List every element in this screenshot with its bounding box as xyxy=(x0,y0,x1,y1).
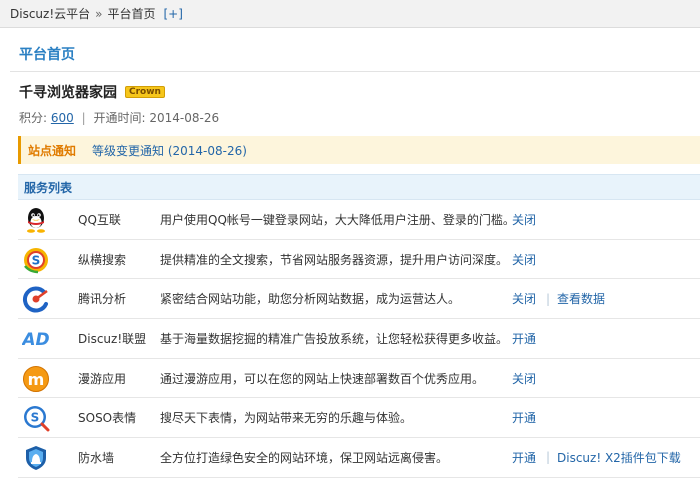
service-desc: 全方位打造绿色安全的网站环境，保卫网站远离侵害。 xyxy=(160,450,449,465)
breadcrumb-current[interactable]: 平台首页 xyxy=(107,5,155,22)
svg-text:S: S xyxy=(31,411,40,425)
service-row-union: AD Discuz!联盟 基于海量数据挖掘的精准广告投放系统，让您轻松获得更多收… xyxy=(18,319,700,359)
service-toggle-link[interactable]: 开通 xyxy=(512,330,536,347)
divider xyxy=(10,71,700,72)
service-row-search: S 纵横搜索 提供精准的全文搜索，节省网站服务器资源，提升用户访问深度。 关闭 xyxy=(18,240,700,280)
service-name: 纵横搜索 xyxy=(78,252,127,267)
service-row-firewall: 防水墙 全方位打造绿色安全的网站环境，保卫网站远离侵害。 开通 | Discuz… xyxy=(18,438,700,478)
service-desc: 基于海量数据挖掘的精准广告投放系统，让您轻松获得更多收益。 xyxy=(160,331,509,346)
action-divider: | xyxy=(546,291,551,306)
page-title: 平台首页 xyxy=(19,47,75,63)
service-desc: 用户使用QQ帐号一键登录网站，大大降低用户注册、登录的门槛。 xyxy=(160,212,515,227)
action-divider: | xyxy=(546,450,551,465)
service-toggle-link[interactable]: 开通 xyxy=(512,449,536,466)
soso-emoticon-icon: S xyxy=(24,406,50,432)
score-label: 积分: xyxy=(19,111,48,125)
open-date: 2014-08-26 xyxy=(149,111,220,125)
tencent-analytics-icon xyxy=(22,286,48,313)
service-row-qq: QQ互联 用户使用QQ帐号一键登录网站，大大降低用户注册、登录的门槛。 关闭 xyxy=(18,200,700,240)
service-desc: 通过漫游应用，可以在您的网站上快速部署数百个优秀应用。 xyxy=(160,371,485,386)
service-desc: 紧密结合网站功能，助您分析网站数据，成为运营达人。 xyxy=(160,292,461,307)
services-header: 服务列表 xyxy=(18,174,700,200)
notice-label: 站点通知 xyxy=(28,143,77,158)
service-toggle-link[interactable]: 关闭 xyxy=(512,251,536,268)
service-name: 防水墙 xyxy=(78,450,115,465)
service-toggle-link[interactable]: 关闭 xyxy=(512,370,536,387)
service-row-manyou: m 漫游应用 通过漫游应用，可以在您的网站上快速部署数百个优秀应用。 关闭 xyxy=(18,359,700,399)
site-name-text: 千寻浏览器家园 xyxy=(19,85,117,101)
service-row-emoticon: S SOSO表情 搜尽天下表情，为网站带来无穷的乐趣与体验。 开通 xyxy=(18,398,700,439)
firewall-shield-icon xyxy=(26,446,46,471)
manyou-icon: m xyxy=(23,365,49,392)
score-link[interactable]: 600 xyxy=(51,111,74,125)
service-toggle-link[interactable]: 关闭 xyxy=(512,211,536,228)
service-name: QQ互联 xyxy=(78,212,121,227)
notice-link[interactable]: 等级变更通知 (2014-08-26) xyxy=(92,142,247,159)
service-desc: 提供精准的全文搜索，节省网站服务器资源，提升用户访问深度。 xyxy=(160,252,509,267)
open-date-label: 开通时间: xyxy=(93,111,146,125)
service-name: 漫游应用 xyxy=(78,371,127,386)
site-meta: 积分: 600 | 开通时间: 2014-08-26 xyxy=(19,109,219,126)
soso-search-icon: S xyxy=(24,247,48,273)
service-name: SOSO表情 xyxy=(78,411,137,426)
service-desc: 搜尽天下表情，为网站带来无穷的乐趣与体验。 xyxy=(160,411,413,426)
service-name: Discuz!联盟 xyxy=(78,331,147,346)
service-toggle-link[interactable]: 开通 xyxy=(512,409,536,426)
svg-text:m: m xyxy=(28,370,45,389)
view-data-link[interactable]: 查看数据 xyxy=(557,290,605,307)
ad-union-icon: AD xyxy=(22,330,50,350)
site-name: 千寻浏览器家园 Crown xyxy=(19,82,165,102)
crown-badge-icon: Crown xyxy=(125,86,165,98)
service-name: 腾讯分析 xyxy=(78,292,127,307)
breadcrumb-separator: » xyxy=(95,6,103,21)
qq-penguin-icon xyxy=(27,208,45,233)
service-row-analytics: 腾讯分析 紧密结合网站功能，助您分析网站数据，成为运营达人。 关闭 | 查看数据 xyxy=(18,279,700,320)
svg-text:S: S xyxy=(32,253,41,267)
plugin-download-link[interactable]: Discuz! X2插件包下载 xyxy=(557,449,681,466)
site-notice: 站点通知 等级变更通知 (2014-08-26) xyxy=(18,136,700,164)
meta-divider: | xyxy=(81,111,86,125)
breadcrumb-root[interactable]: Discuz!云平台 xyxy=(10,5,90,22)
breadcrumb: Discuz!云平台 » 平台首页 [+] xyxy=(0,0,700,28)
add-shortcut-button[interactable]: [+] xyxy=(164,7,183,21)
services-list: QQ互联 用户使用QQ帐号一键登录网站，大大降低用户注册、登录的门槛。 关闭 S… xyxy=(18,200,700,478)
svg-text:AD: AD xyxy=(22,330,50,350)
service-toggle-link[interactable]: 关闭 xyxy=(512,290,536,307)
